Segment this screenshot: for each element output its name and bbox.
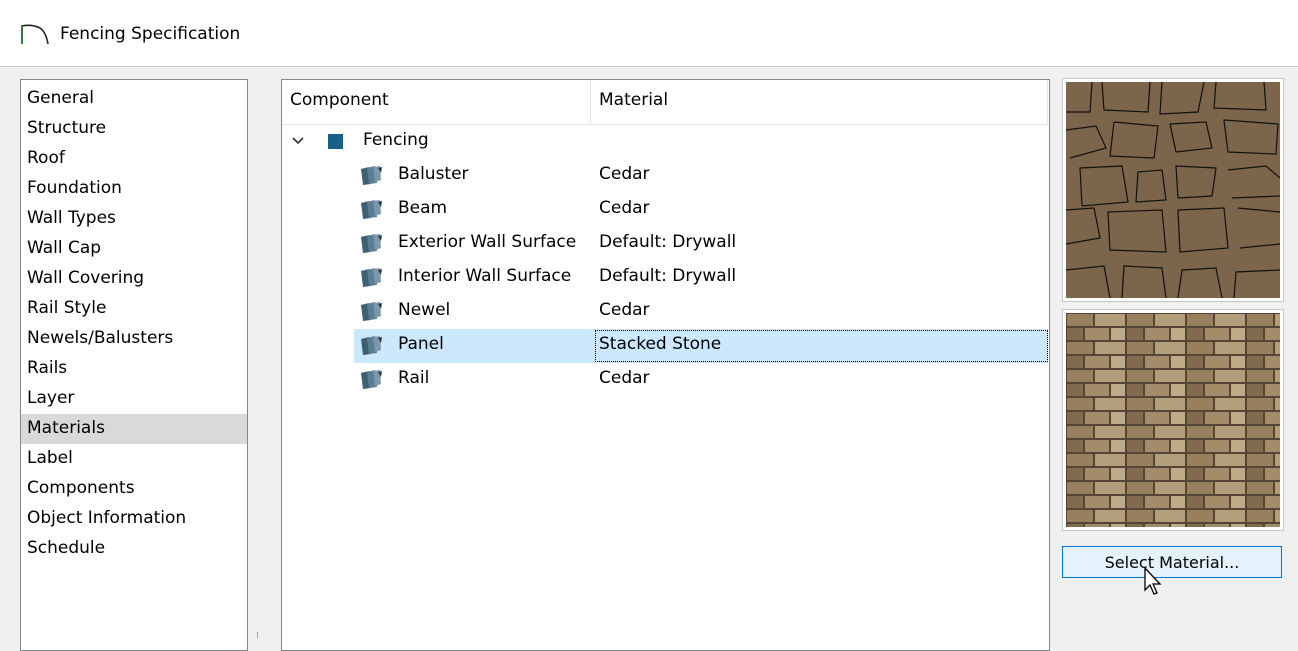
sidebar-item-wall-types[interactable]: Wall Types [21,204,247,234]
sidebar-item-structure[interactable]: Structure [21,114,247,144]
material-name[interactable]: Cedar [599,300,650,320]
folder-square-icon [328,134,343,149]
material-texture-preview [1062,309,1284,531]
component-name: Beam [398,198,448,218]
component-name: Newel [398,300,451,320]
material-icon [358,335,384,361]
window-title: Fencing Specification [60,24,241,44]
tree-group-row[interactable]: Fencing [282,125,1049,159]
material-name[interactable]: Stacked Stone [599,334,721,354]
column-divider[interactable] [1047,80,1048,124]
sidebar-item-foundation[interactable]: Foundation [21,174,247,204]
tree-row[interactable]: Exterior Wall Surface Default: Drywall [282,227,1049,261]
component-name: Rail [398,368,430,388]
sidebar-item-components[interactable]: Components [21,474,247,504]
column-header-material[interactable]: Material [599,90,668,110]
sidebar-item-wall-covering[interactable]: Wall Covering [21,264,247,294]
material-name[interactable]: Default: Drywall [599,232,736,252]
materials-tree[interactable]: Component Material Fencing Baluster Cedar… [281,79,1050,651]
component-name: Exterior Wall Surface [398,232,577,252]
tree-row[interactable]: Panel Stacked Stone [282,329,1049,363]
sidebar-item-object-information[interactable]: Object Information [21,504,247,534]
mouse-pointer-icon [1143,566,1165,600]
material-icon [358,165,384,191]
tree-row[interactable]: Beam Cedar [282,193,1049,227]
material-name[interactable]: Default: Drywall [599,266,736,286]
material-pattern-preview [1062,78,1284,302]
category-list[interactable]: General Structure Roof Foundation Wall Types… [20,79,248,651]
sidebar-item-rails[interactable]: Rails [21,354,247,384]
material-name[interactable]: Cedar [599,164,650,184]
material-icon [358,233,384,259]
sidebar-item-newels-balusters[interactable]: Newels/Balusters [21,324,247,354]
material-name[interactable]: Cedar [599,198,650,218]
component-name: Interior Wall Surface [398,266,572,286]
material-icon [358,301,384,327]
material-icon [358,199,384,225]
select-material-button[interactable]: Select Material... [1062,546,1282,578]
tree-header: Component Material [282,80,1049,125]
sidebar-item-materials[interactable]: Materials [21,414,247,444]
title-bar: Fencing Specification [0,0,1298,67]
sidebar-item-layer[interactable]: Layer [21,384,247,414]
column-header-component[interactable]: Component [290,90,389,110]
component-name: Baluster [398,164,469,184]
sidebar-item-roof[interactable]: Roof [21,144,247,174]
chevron-down-icon[interactable] [291,133,305,152]
sidebar-item-general[interactable]: General [21,84,247,114]
arch-icon [20,22,50,50]
column-divider[interactable] [590,80,591,124]
tree-row[interactable]: Baluster Cedar [282,159,1049,193]
component-name: Panel [398,334,444,354]
tree-row[interactable]: Interior Wall Surface Default: Drywall [282,261,1049,295]
divider [257,632,258,638]
tree-row[interactable]: Newel Cedar [282,295,1049,329]
sidebar-item-schedule[interactable]: Schedule [21,534,247,564]
sidebar-item-wall-cap[interactable]: Wall Cap [21,234,247,264]
material-icon [358,369,384,395]
material-icon [358,267,384,293]
sidebar-item-label[interactable]: Label [21,444,247,474]
sidebar-item-rail-style[interactable]: Rail Style [21,294,247,324]
tree-row[interactable]: Rail Cedar [282,363,1049,397]
material-name[interactable]: Cedar [599,368,650,388]
group-label: Fencing [363,130,429,150]
